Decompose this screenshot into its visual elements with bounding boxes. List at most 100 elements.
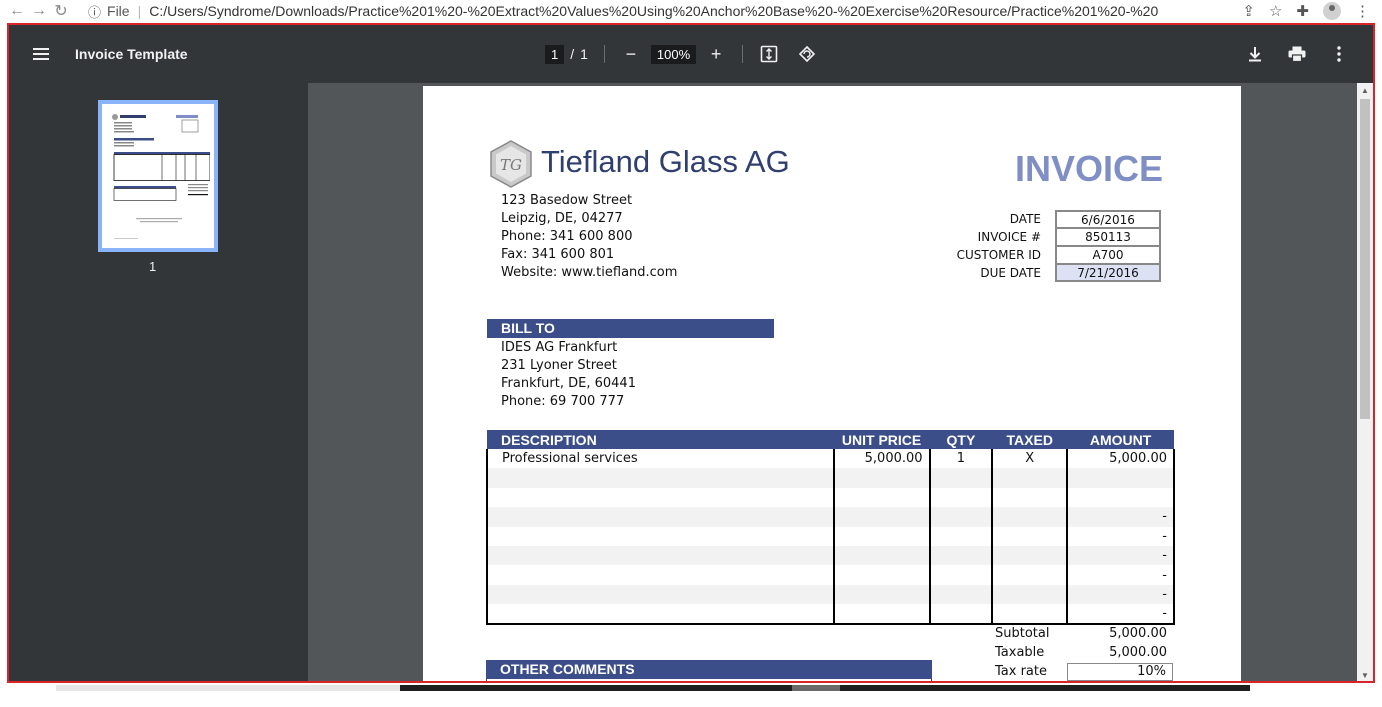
meta-row-due-date: DUE DATE 7/21/2016 [943, 264, 1161, 282]
cell-qty [928, 507, 993, 527]
cell-taxed [991, 487, 1068, 508]
cell-description [486, 545, 834, 566]
cell-qty [928, 468, 993, 488]
total-value: 10% [1067, 662, 1173, 681]
meta-row-invoice-number: INVOICE # 850113 [943, 228, 1161, 246]
cell-description [486, 468, 834, 488]
meta-row-customer-id: CUSTOMER ID A700 [943, 246, 1161, 264]
table-row [486, 487, 1175, 508]
column-header-description: DESCRIPTION [487, 430, 834, 449]
rotate-icon[interactable] [797, 44, 817, 64]
total-value: 5,000.00 [1109, 626, 1167, 641]
thumbnail-preview-icon [106, 108, 210, 244]
cell-taxed [991, 526, 1068, 546]
cell-taxed [991, 604, 1068, 625]
cell-unit-price [832, 507, 930, 527]
reload-icon[interactable]: ↻ [50, 1, 72, 21]
scroll-down-arrow-icon[interactable]: ▼ [1361, 671, 1369, 680]
zoom-in-icon[interactable]: + [706, 44, 726, 65]
share-icon[interactable]: ⇪ [1242, 2, 1255, 20]
more-options-icon[interactable] [1329, 44, 1349, 64]
cell-qty [928, 565, 993, 585]
cell-description [486, 526, 834, 546]
total-label: Tax rate [995, 664, 1047, 679]
cell-amount: - [1066, 565, 1175, 585]
table-row: - [486, 526, 1175, 546]
info-icon[interactable]: ⓘ [88, 2, 101, 21]
page-separator: / [570, 46, 575, 62]
totals-block: Subtotal 5,000.00 Taxable 5,000.00 Tax r… [995, 624, 1173, 681]
cell-description [486, 565, 834, 585]
table-row: - [486, 545, 1175, 566]
cell-unit-price [832, 584, 930, 605]
table-row: - [486, 507, 1175, 527]
document-title: Invoice Template [75, 46, 188, 62]
address-line: Leipzig, DE, 04277 [501, 211, 623, 226]
address-line: Fax: 341 600 801 [501, 247, 615, 262]
back-arrow-icon[interactable]: ← [6, 2, 28, 20]
page-number-input[interactable]: 1 [545, 44, 565, 64]
zoom-out-icon[interactable]: − [621, 44, 641, 65]
bill-to-line: IDES AG Frankfurt [501, 340, 618, 355]
cell-taxed [991, 507, 1068, 527]
meta-label: DUE DATE [980, 266, 1041, 280]
cell-description [486, 507, 834, 527]
cell-taxed [991, 584, 1068, 605]
zoom-level-input[interactable]: 100% [650, 44, 697, 64]
address-line: Phone: 341 600 800 [501, 229, 633, 244]
cell-description: Professional services [486, 449, 834, 469]
cell-amount [1066, 468, 1175, 488]
cell-description [486, 584, 834, 605]
meta-value: A700 [1055, 246, 1161, 264]
total-label: Taxable [995, 645, 1045, 660]
table-row: Professional services 5,000.00 1 X 5,000.00 [486, 449, 1175, 469]
url-separator: | [137, 3, 142, 19]
column-header-taxed: TAXED [992, 430, 1068, 449]
taskbar-segment [840, 685, 1250, 691]
taskbar-strip [0, 683, 1382, 707]
column-header-unit-price: UNIT PRICE [833, 430, 930, 449]
table-row: - [486, 565, 1175, 585]
download-icon[interactable] [1245, 44, 1265, 64]
cell-unit-price: 5,000.00 [832, 449, 930, 469]
meta-row-date: DATE 6/6/2016 [943, 210, 1161, 228]
browser-actions: ⇪ ☆ ✚ ⋮ [1242, 0, 1370, 22]
print-icon[interactable] [1287, 44, 1307, 64]
bill-to-header: BILL TO [487, 319, 774, 338]
scroll-up-arrow-icon[interactable]: ▲ [1361, 86, 1369, 95]
total-row-tax-rate: Tax rate 10% [995, 662, 1173, 681]
line-items-table: DESCRIPTION UNIT PRICE QTY TAXED AMOUNT … [486, 430, 1175, 625]
cell-amount: 5,000.00 [1066, 449, 1175, 469]
column-header-qty: QTY [929, 430, 993, 449]
fit-to-page-icon[interactable] [759, 44, 779, 64]
pdf-actions [1245, 25, 1349, 83]
pdf-toolbar: Invoice Template 1 / 1 − 100% + [9, 25, 1373, 83]
scroll-thumb[interactable] [1360, 99, 1370, 419]
taskbar-segment [792, 685, 840, 691]
cell-taxed [991, 545, 1068, 566]
page-zoom-controls: 1 / 1 − 100% + [545, 25, 817, 83]
url-text[interactable]: C:/Users/Syndrome/Downloads/Practice%201… [149, 3, 1159, 19]
vertical-scrollbar[interactable]: ▲ ▼ [1357, 83, 1373, 681]
taskbar-segment [56, 685, 400, 691]
bill-to-line: 231 Lyoner Street [501, 358, 617, 373]
cell-taxed [991, 468, 1068, 488]
browser-address-bar: ← → ↻ ⓘ File | C:/Users/Syndrome/Downloa… [0, 0, 1382, 22]
cell-qty [928, 526, 993, 546]
bill-to-address: IDES AG Frankfurt 231 Lyoner Street Fran… [501, 339, 636, 411]
meta-value: 6/6/2016 [1055, 210, 1161, 228]
taskbar-segment [400, 685, 792, 691]
bookmark-star-icon[interactable]: ☆ [1269, 2, 1282, 20]
cell-qty [928, 545, 993, 566]
cell-unit-price [832, 565, 930, 585]
extensions-puzzle-icon[interactable]: ✚ [1296, 2, 1309, 20]
hamburger-menu-icon[interactable] [33, 47, 51, 61]
document-viewport[interactable]: TG Tiefland Glass AG INVOICE 123 Basedow… [308, 83, 1359, 681]
page-thumbnail[interactable] [98, 100, 218, 252]
cell-amount [1066, 487, 1175, 508]
cell-unit-price [832, 487, 930, 508]
total-row-subtotal: Subtotal 5,000.00 [995, 624, 1173, 643]
profile-avatar-icon[interactable] [1323, 2, 1341, 20]
browser-menu-icon[interactable]: ⋮ [1355, 2, 1370, 20]
forward-arrow-icon[interactable]: → [28, 2, 50, 20]
